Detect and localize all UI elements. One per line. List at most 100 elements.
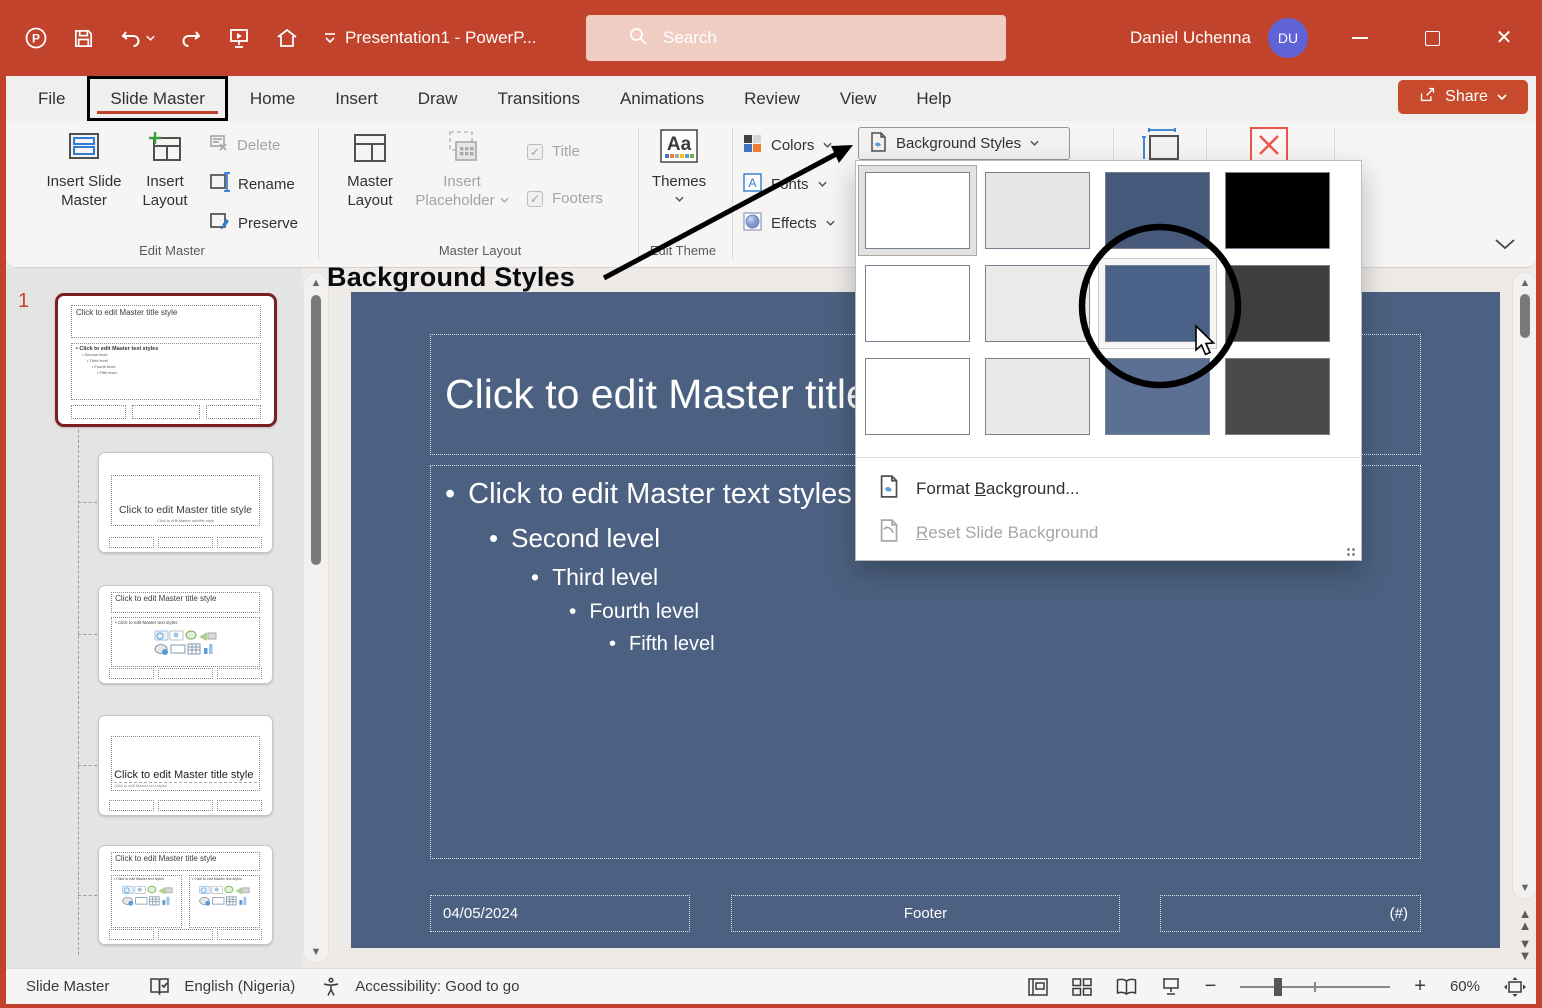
thumb-footer-row: [109, 537, 261, 548]
avatar[interactable]: DU: [1268, 18, 1308, 58]
chevron-down-icon: [500, 196, 509, 205]
thumbnail-layout-4[interactable]: Click to edit Master title style • Click…: [98, 845, 273, 945]
undo-icon[interactable]: [119, 26, 155, 50]
collapse-ribbon-chevron[interactable]: [1494, 238, 1516, 256]
effects-dropdown[interactable]: Effects: [743, 209, 835, 237]
background-style-swatch[interactable]: [978, 258, 1097, 349]
thumb-footer-row: [71, 405, 261, 419]
background-style-swatch[interactable]: [1098, 165, 1217, 256]
slideshow-view-icon[interactable]: [1161, 977, 1181, 996]
thumbnail-connector: [78, 765, 97, 766]
rename-button[interactable]: Rename: [209, 170, 295, 198]
slide-number: 1: [18, 290, 29, 313]
thumbnail-connector: [78, 502, 97, 503]
redo-icon[interactable]: [179, 26, 203, 50]
background-style-swatch[interactable]: [858, 165, 977, 256]
save-icon[interactable]: [72, 27, 95, 50]
normal-view-icon[interactable]: [1028, 978, 1048, 996]
main-scrollbar[interactable]: ▲ ▼: [1512, 272, 1538, 900]
delete-icon: [209, 134, 229, 157]
resize-grip[interactable]: [1346, 547, 1356, 557]
zoom-out-icon[interactable]: −: [1205, 975, 1217, 998]
status-language[interactable]: English (Nigeria): [184, 978, 295, 995]
status-accessibility[interactable]: Accessibility: Good to go: [355, 978, 519, 995]
tab-view[interactable]: View: [820, 76, 897, 121]
accessibility-icon[interactable]: [321, 977, 341, 997]
tab-home[interactable]: Home: [230, 76, 315, 121]
thumb-footer-row: [109, 929, 261, 940]
minimize-button[interactable]: [1324, 0, 1396, 76]
scroll-down-icon[interactable]: ▼: [1518, 883, 1532, 894]
sidebar-scrollbar-thumb[interactable]: [311, 295, 321, 565]
tab-insert[interactable]: Insert: [315, 76, 398, 121]
search-icon: [628, 26, 648, 51]
window-border: [0, 76, 6, 1008]
maximize-button[interactable]: [1396, 0, 1468, 76]
thumb-body-placeholder: • Click to edit Master text styles • Sec…: [71, 343, 261, 399]
background-style-swatch[interactable]: [1098, 258, 1217, 349]
background-style-swatch[interactable]: [858, 351, 977, 442]
ribbon-tab-bar: File Slide Master Home Insert Draw Trans…: [6, 76, 1536, 121]
fit-to-window-icon[interactable]: [1504, 977, 1526, 997]
home-icon[interactable]: [275, 26, 299, 50]
background-style-swatch[interactable]: [1098, 351, 1217, 442]
tab-transitions[interactable]: Transitions: [477, 76, 600, 121]
thumbnail-layout-3[interactable]: Click to edit Master title style Click t…: [98, 715, 273, 816]
sidebar-scrollbar[interactable]: ▲ ▼: [303, 272, 329, 964]
tab-slide-master[interactable]: Slide Master: [87, 76, 227, 121]
insert-slide-master-button[interactable]: Insert Slide Master: [41, 128, 127, 210]
themes-button[interactable]: Aa Themes: [636, 128, 722, 204]
main-scrollbar-thumb[interactable]: [1520, 294, 1530, 338]
background-style-swatch[interactable]: [978, 165, 1097, 256]
scroll-up-icon[interactable]: ▲: [309, 278, 323, 289]
title-checkbox: ✓ Title: [527, 143, 580, 160]
date-placeholder[interactable]: 04/05/2024: [430, 895, 690, 932]
insert-layout-button[interactable]: Insert Layout: [122, 128, 208, 210]
tab-draw[interactable]: Draw: [398, 76, 478, 121]
zoom-slider[interactable]: [1240, 986, 1390, 988]
start-slideshow-icon[interactable]: [227, 26, 251, 50]
footer-placeholder[interactable]: Footer: [731, 895, 1120, 932]
colors-dropdown[interactable]: Colors: [743, 131, 832, 159]
tab-help[interactable]: Help: [896, 76, 971, 121]
thumbnail-layout-1[interactable]: Click to edit Master title style Click t…: [98, 452, 273, 553]
background-style-swatch[interactable]: [858, 258, 977, 349]
customize-qat-icon[interactable]: [323, 32, 337, 44]
content-placeholder-icons: [114, 884, 179, 908]
scroll-down-icon[interactable]: ▼: [309, 947, 323, 958]
reading-view-icon[interactable]: [1116, 978, 1137, 996]
next-slide-button[interactable]: ▼▼: [1512, 938, 1538, 962]
format-background-menu-item[interactable]: Format Background...: [856, 467, 1361, 511]
zoom-level[interactable]: 60%: [1450, 978, 1480, 995]
zoom-slider-thumb[interactable]: [1274, 978, 1282, 996]
effects-icon: [743, 212, 762, 235]
checkbox-icon: ✓: [527, 191, 543, 207]
slide-number-placeholder[interactable]: (#): [1160, 895, 1421, 932]
thumbnail-connector: [78, 430, 79, 955]
previous-slide-button[interactable]: ▲▲: [1512, 908, 1538, 932]
zoom-in-icon[interactable]: +: [1414, 975, 1426, 998]
user-name[interactable]: Daniel Uchenna: [1130, 0, 1251, 76]
background-styles-button[interactable]: Background Styles: [858, 127, 1070, 160]
background-style-swatch[interactable]: [1218, 165, 1337, 256]
tab-animations[interactable]: Animations: [600, 76, 724, 121]
thumb-title-placeholder: Click to edit Master title style Click t…: [111, 736, 260, 791]
slide-sorter-icon[interactable]: [1072, 978, 1092, 996]
search-input[interactable]: Search: [586, 15, 1006, 61]
status-view-label[interactable]: Slide Master: [26, 978, 109, 995]
close-button[interactable]: ✕: [1468, 0, 1540, 76]
document-title: Presentation1 - PowerP...: [345, 0, 537, 76]
background-style-swatch[interactable]: [978, 351, 1097, 442]
fonts-dropdown[interactable]: A Fonts: [743, 170, 827, 198]
tab-file[interactable]: File: [18, 76, 85, 121]
share-button[interactable]: Share: [1398, 80, 1528, 114]
scroll-up-icon[interactable]: ▲: [1518, 278, 1532, 289]
background-style-swatch[interactable]: [1218, 258, 1337, 349]
tab-review[interactable]: Review: [724, 76, 820, 121]
spellcheck-icon[interactable]: [149, 977, 170, 996]
thumbnail-master-slide[interactable]: Click to edit Master title style • Click…: [55, 293, 277, 427]
thumbnail-layout-2[interactable]: Click to edit Master title style • Click…: [98, 585, 273, 684]
background-style-swatch[interactable]: [1218, 351, 1337, 442]
master-layout-button[interactable]: Master Layout: [327, 128, 413, 210]
preserve-button[interactable]: Preserve: [209, 209, 298, 237]
